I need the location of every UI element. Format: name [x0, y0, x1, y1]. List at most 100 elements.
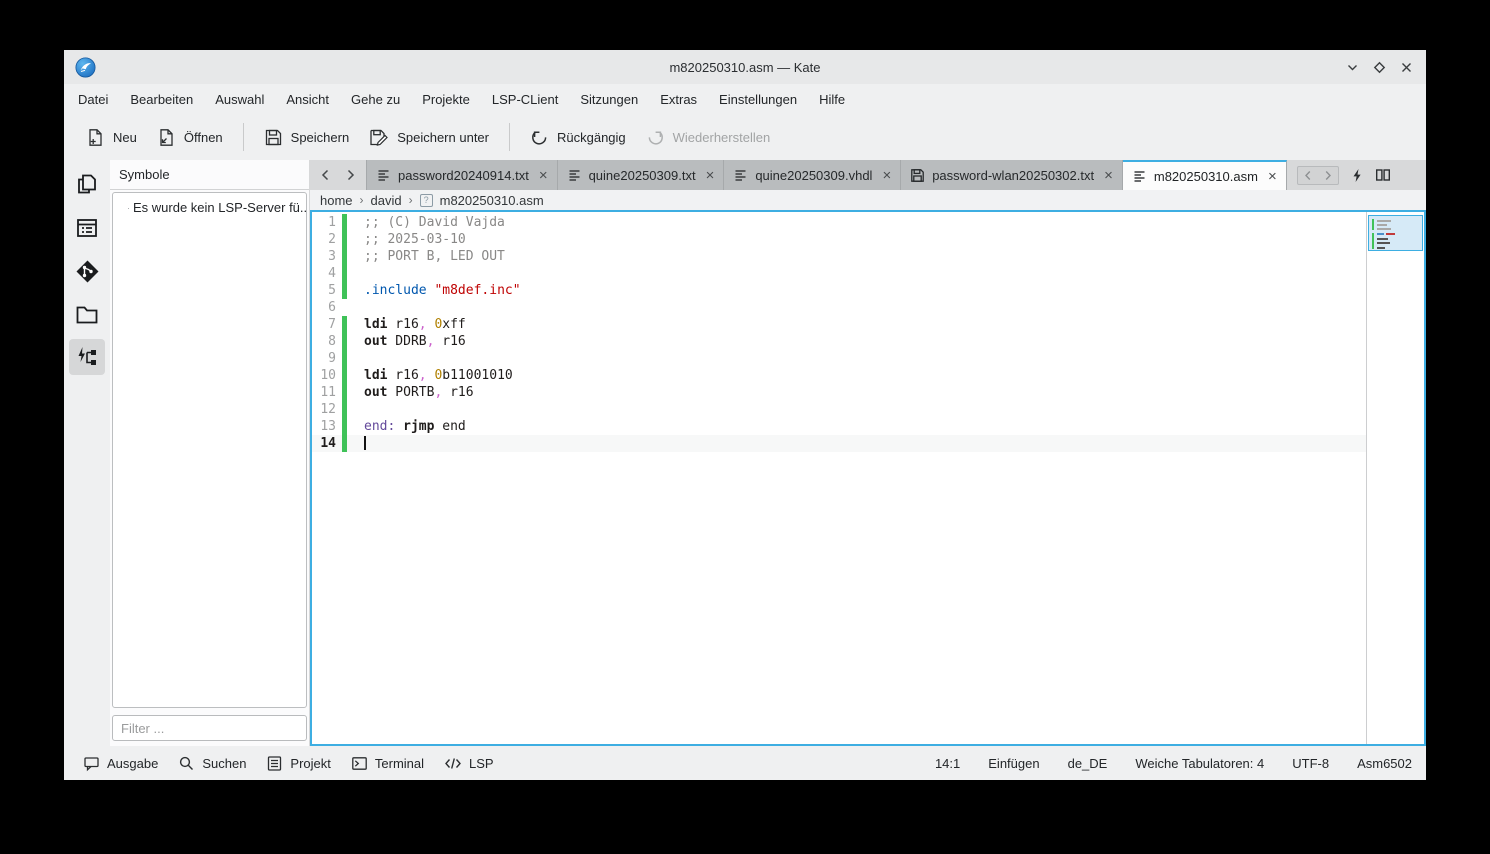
code-line-14[interactable]: 14	[312, 435, 1366, 452]
folding-margin	[347, 282, 364, 299]
statusbar-toggle-lsp[interactable]: LSP	[435, 751, 503, 776]
toolview-button-filesystem[interactable]	[69, 296, 105, 332]
minimap-scrollbar[interactable]	[1366, 212, 1424, 744]
code-line-11[interactable]: 11out PORTB, r16	[312, 384, 1366, 401]
tab-m820250310-asm[interactable]: m820250310.asm×	[1123, 160, 1287, 190]
status-tab-mode[interactable]: Weiche Tabulatoren: 4	[1135, 756, 1264, 771]
menu-item-gehe-zu[interactable]: Gehe zu	[340, 88, 411, 111]
status-syntax-mode[interactable]: Asm6502	[1357, 756, 1412, 771]
toolview-button-git[interactable]	[69, 253, 105, 289]
code-line-9[interactable]: 9	[312, 350, 1366, 367]
menu-item-lsp-client[interactable]: LSP-CLient	[481, 88, 569, 111]
tab-close-icon[interactable]: ×	[882, 168, 891, 183]
code-line-12[interactable]: 12	[312, 401, 1366, 418]
code-line-1[interactable]: 1;; (C) David Vajda	[312, 214, 1366, 231]
menu-item-extras[interactable]: Extras	[649, 88, 708, 111]
toggle-label: LSP	[469, 756, 494, 771]
menu-item-auswahl[interactable]: Auswahl	[204, 88, 275, 111]
tab-label: quine20250309.vhdl	[755, 168, 872, 183]
statusbar-toggle-projekt[interactable]: Projekt	[257, 750, 339, 777]
menu-item-einstellungen[interactable]: Einstellungen	[708, 88, 808, 111]
lsp-tree-icon	[74, 344, 100, 370]
toggle-label: Terminal	[375, 756, 424, 771]
line-number: 13	[312, 418, 342, 435]
breadcrumb-david[interactable]: david	[371, 193, 402, 208]
status-cursor-position[interactable]: 14:1	[935, 756, 960, 771]
statusbar-toggle-terminal[interactable]: Terminal	[342, 750, 433, 777]
tab-close-icon[interactable]: ×	[1104, 168, 1113, 183]
minimap-viewport[interactable]	[1368, 215, 1423, 251]
code-text: out DDRB, r16	[364, 333, 466, 350]
tab-close-icon[interactable]: ×	[1268, 169, 1277, 184]
code-text: out PORTB, r16	[364, 384, 474, 401]
code-line-10[interactable]: 10ldi r16, 0b11001010	[312, 367, 1366, 384]
filter-input[interactable]	[112, 715, 307, 741]
redo-icon	[646, 128, 665, 147]
toolview-button-documents[interactable]	[69, 167, 105, 203]
statusbar-toggle-suchen[interactable]: Suchen	[169, 750, 255, 777]
nav-forward-icon[interactable]	[1318, 167, 1338, 184]
status-encoding[interactable]: UTF-8	[1292, 756, 1329, 771]
öffnen-button[interactable]: Öffnen	[147, 121, 233, 154]
tabbar: password20240914.txt×quine20250309.txt×q…	[310, 160, 1426, 190]
nav-back-icon[interactable]	[1298, 167, 1318, 184]
maximize-button[interactable]	[1372, 60, 1386, 74]
code-line-4[interactable]: 4	[312, 265, 1366, 282]
toolview-button-symbols[interactable]	[69, 210, 105, 246]
status-insert-mode[interactable]: Einfügen	[988, 756, 1039, 771]
lsp-server-message[interactable]: Es wurde kein LSP-Server fü...	[128, 198, 306, 217]
folding-margin	[347, 384, 364, 401]
toolview-button-lsp[interactable]	[69, 339, 105, 375]
tab-quine20250309-vhdl[interactable]: quine20250309.vhdl ×	[724, 160, 901, 190]
code-area[interactable]: 1;; (C) David Vajda2;; 2025-03-103;; POR…	[312, 212, 1366, 744]
menu-item-hilfe[interactable]: Hilfe	[808, 88, 856, 111]
rückgängig-button[interactable]: Rückgängig	[520, 121, 636, 154]
speichern-unter-button[interactable]: Speichern unter	[359, 121, 499, 154]
kate-window: m820250310.asm — Kate DateiBearbeitenAus…	[64, 50, 1426, 780]
neu-button[interactable]: Neu	[76, 121, 147, 154]
tab-label: quine20250309.txt	[589, 168, 696, 183]
code-line-7[interactable]: 7ldi r16, 0xff	[312, 316, 1366, 333]
menu-item-ansicht[interactable]: Ansicht	[275, 88, 340, 111]
split-view-icon[interactable]	[1375, 168, 1391, 182]
breadcrumb-file[interactable]: m820250310.asm	[440, 193, 544, 208]
code-line-5[interactable]: 5.include "m8def.inc"	[312, 282, 1366, 299]
line-number: 10	[312, 367, 342, 384]
tab-quine20250309-txt[interactable]: quine20250309.txt ×	[558, 160, 725, 190]
breadcrumb-home[interactable]: home	[320, 193, 353, 208]
speichern-button[interactable]: Speichern	[254, 121, 360, 154]
tabs-back-icon[interactable]	[320, 169, 331, 181]
code-line-6[interactable]: 6	[312, 299, 1366, 316]
status-dictionary[interactable]: de_DE	[1068, 756, 1108, 771]
tab-password-wlan20250302-txt[interactable]: password-wlan20250302.txt×	[901, 160, 1123, 190]
quick-open-icon[interactable]	[1351, 168, 1363, 183]
statusbar-toolviews: AusgabeSuchenProjekt Terminal LSP	[74, 750, 503, 777]
project-icon	[266, 755, 283, 772]
code-line-2[interactable]: 2;; 2025-03-10	[312, 231, 1366, 248]
code-line-8[interactable]: 8out DDRB, r16	[312, 333, 1366, 350]
code-line-3[interactable]: 3;; PORT B, LED OUT	[312, 248, 1366, 265]
git-icon	[74, 258, 101, 285]
tabs: password20240914.txt×quine20250309.txt×q…	[366, 160, 1287, 190]
line-number: 3	[312, 248, 342, 265]
minimize-button[interactable]	[1345, 60, 1359, 74]
tab-close-icon[interactable]: ×	[706, 168, 715, 183]
editor-column: password20240914.txt×quine20250309.txt×q…	[310, 160, 1426, 746]
close-button[interactable]	[1399, 60, 1413, 74]
wiederherstellen-button[interactable]: Wiederherstellen	[636, 121, 781, 154]
document-new-icon	[86, 128, 105, 147]
tab-close-icon[interactable]: ×	[539, 168, 548, 183]
toolbar-separator	[243, 123, 244, 151]
menu-item-projekte[interactable]: Projekte	[411, 88, 481, 111]
statusbar-toggle-ausgabe[interactable]: Ausgabe	[74, 750, 167, 777]
menu-item-sitzungen[interactable]: Sitzungen	[569, 88, 649, 111]
toolview-sidebar	[64, 160, 110, 746]
kate-app-icon	[75, 57, 96, 78]
tabs-forward-icon[interactable]	[345, 169, 356, 181]
tab-password20240914-txt[interactable]: password20240914.txt×	[366, 160, 558, 190]
code-line-13[interactable]: 13end: rjmp end	[312, 418, 1366, 435]
menu-item-datei[interactable]: Datei	[67, 88, 119, 111]
button-label: Wiederherstellen	[673, 130, 771, 145]
menu-item-bearbeiten[interactable]: Bearbeiten	[119, 88, 204, 111]
line-number: 6	[312, 299, 342, 316]
